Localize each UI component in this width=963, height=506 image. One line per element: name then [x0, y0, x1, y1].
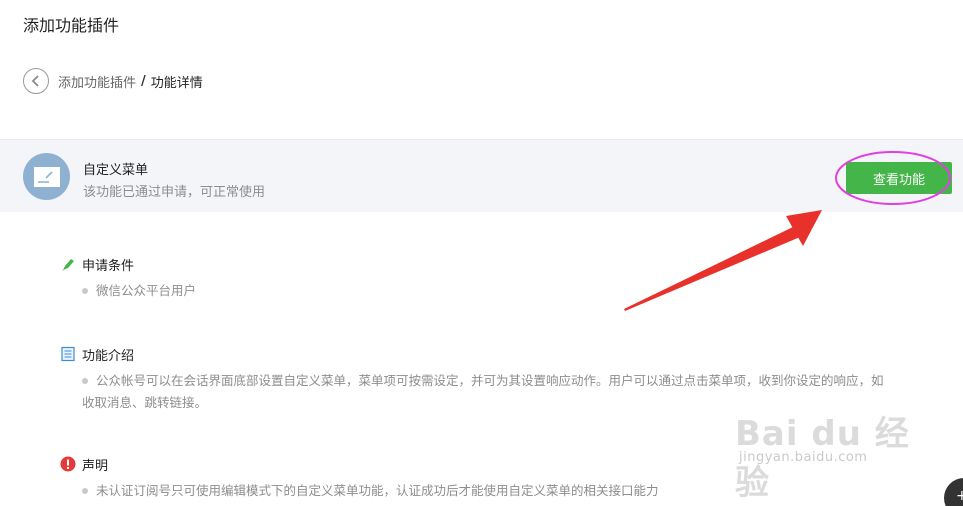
bullet-dot — [82, 488, 88, 494]
section-introduction: 功能介绍 公众帐号可以在会话界面底部设置自定义菜单，菜单项可按需设定，并可为其设… — [60, 344, 890, 414]
plus-icon: + — [956, 488, 963, 504]
section-title: 功能介绍 — [82, 348, 135, 364]
section-disclaimer: 声明 未认证订阅号只可使用编辑模式下的自定义菜单功能，认证成功后才能使用自定义菜… — [60, 454, 890, 502]
feature-name: 自定义菜单 — [83, 163, 149, 178]
pencil-icon — [60, 256, 76, 272]
breadcrumb-current: 功能详情 — [150, 75, 203, 91]
feature-summary-bar: 自定义菜单 该功能已通过申请，可正常使用 查看功能 — [0, 139, 963, 212]
breadcrumb: 添加功能插件 / 功能详情 — [23, 68, 203, 94]
section-title: 申请条件 — [82, 258, 135, 274]
custom-menu-icon — [23, 153, 70, 200]
page-title: 添加功能插件 — [23, 16, 120, 35]
bullet-dot — [82, 288, 88, 294]
section-text: 公众帐号可以在会话界面底部设置自定义菜单，菜单项可按需设定，并可为其设置响应动作… — [82, 373, 884, 410]
back-button[interactable] — [23, 68, 49, 94]
breadcrumb-separator: / — [141, 73, 146, 89]
floating-corner-button[interactable]: + — [944, 478, 963, 506]
view-feature-button[interactable]: 查看功能 — [846, 162, 952, 194]
warning-icon — [60, 456, 76, 472]
page: 添加功能插件 添加功能插件 / 功能详情 自定义菜单 该功能已通过申请，可正常使… — [0, 0, 963, 506]
section-title: 声明 — [82, 458, 109, 474]
section-text: 微信公众平台用户 — [96, 283, 197, 298]
bullet-dot — [82, 378, 88, 384]
document-icon — [60, 346, 76, 362]
breadcrumb-parent-link[interactable]: 添加功能插件 — [58, 72, 136, 91]
feature-status: 该功能已通过申请，可正常使用 — [83, 185, 266, 200]
section-requirements: 申请条件 微信公众平台用户 — [60, 254, 890, 302]
section-text: 未认证订阅号只可使用编辑模式下的自定义菜单功能，认证成功后才能使用自定义菜单的相… — [96, 483, 659, 498]
chevron-left-icon — [31, 75, 39, 87]
